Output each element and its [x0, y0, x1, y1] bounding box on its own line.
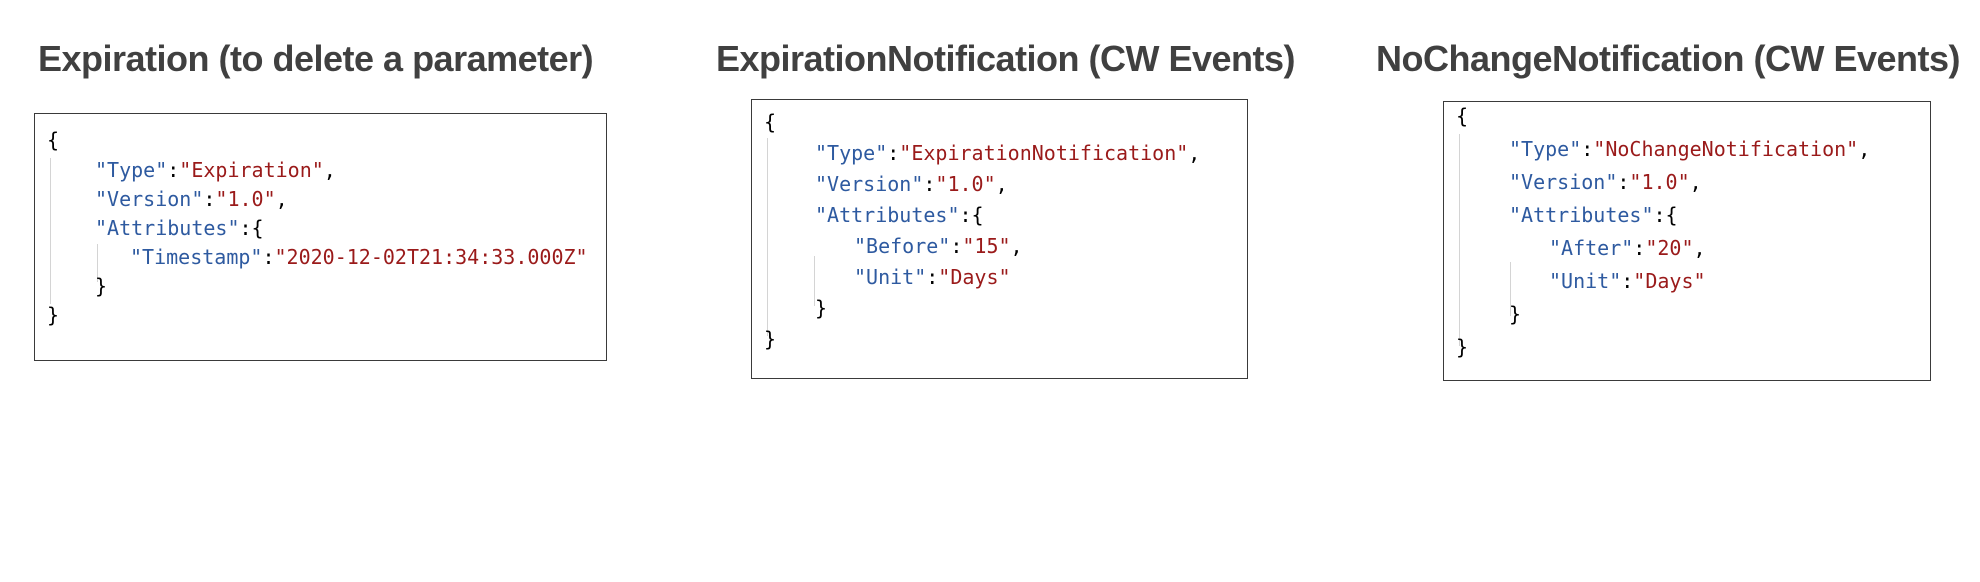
- indent-guide: [1459, 134, 1460, 346]
- json-key: "Type": [815, 141, 888, 165]
- expiration-title: Expiration (to delete a parameter): [38, 38, 594, 79]
- json-close-brace: }: [764, 327, 777, 351]
- json-value: "15": [962, 234, 1011, 258]
- json-key: "Before": [854, 234, 951, 258]
- json-key: "After": [1549, 236, 1634, 260]
- json-unit-line: "Unit":"Days": [1549, 269, 1706, 293]
- json-value: "Days": [1633, 269, 1706, 293]
- json-timestamp-line: "Timestamp":"2020-12-02T21:34:33.000Z": [130, 245, 588, 269]
- json-value: "Expiration": [179, 158, 324, 182]
- json-key: "Unit": [1549, 269, 1622, 293]
- json-open-brace: {: [764, 110, 777, 134]
- json-open-brace: {: [1456, 104, 1469, 128]
- json-value: "1.0": [935, 172, 996, 196]
- json-key: "Attributes": [815, 203, 960, 227]
- json-version-line: "Version":"1.0",: [815, 172, 1008, 196]
- expiration-json-box: { "Type":"Expiration", "Version":"1.0", …: [34, 113, 607, 361]
- json-value: "Days": [938, 265, 1011, 289]
- json-value: "1.0": [1629, 170, 1690, 194]
- json-key: "Attributes": [95, 216, 240, 240]
- json-value: "NoChangeNotification": [1593, 137, 1859, 161]
- json-version-line: "Version":"1.0",: [95, 187, 288, 211]
- no-change-notification-json-code: { "Type":"NoChangeNotification", "Versio…: [1444, 102, 1932, 382]
- json-type-line: "Type":"Expiration",: [95, 158, 336, 182]
- json-open-brace: {: [47, 128, 60, 152]
- json-value: "20": [1645, 236, 1694, 260]
- json-value: "ExpirationNotification": [899, 141, 1189, 165]
- json-attributes-close: }: [815, 296, 828, 320]
- json-key: "Type": [95, 158, 168, 182]
- json-type-line: "Type":"NoChangeNotification",: [1509, 137, 1871, 161]
- json-attributes-line: "Attributes":{: [95, 216, 264, 240]
- json-close-brace: }: [1456, 335, 1469, 359]
- json-attributes-line: "Attributes":{: [815, 203, 984, 227]
- expiration-json-code: { "Type":"Expiration", "Version":"1.0", …: [35, 114, 608, 362]
- json-unit-line: "Unit":"Days": [854, 265, 1011, 289]
- json-attributes-close: }: [1509, 302, 1522, 326]
- indent-guide: [50, 158, 51, 304]
- json-value: "2020-12-02T21:34:33.000Z": [274, 245, 588, 269]
- json-close-brace: }: [47, 303, 60, 327]
- json-key: "Version": [815, 172, 924, 196]
- json-key: "Type": [1509, 137, 1582, 161]
- json-key: "Version": [1509, 170, 1618, 194]
- json-attributes-line: "Attributes":{: [1509, 203, 1678, 227]
- expiration-notification-title: ExpirationNotification (CW Events): [716, 38, 1296, 79]
- json-type-line: "Type":"ExpirationNotification",: [815, 141, 1201, 165]
- json-key: "Timestamp": [130, 245, 263, 269]
- json-attributes-close: }: [95, 274, 108, 298]
- json-key: "Unit": [854, 265, 927, 289]
- indent-guide: [767, 138, 768, 336]
- no-change-notification-title: NoChangeNotification (CW Events): [1376, 38, 1961, 79]
- json-key: "Version": [95, 187, 204, 211]
- json-before-line: "Before":"15",: [854, 234, 1023, 258]
- json-after-line: "After":"20",: [1549, 236, 1706, 260]
- expiration-notification-json-box: { "Type":"ExpirationNotification", "Vers…: [751, 99, 1248, 379]
- expiration-notification-json-code: { "Type":"ExpirationNotification", "Vers…: [752, 100, 1249, 380]
- json-key: "Attributes": [1509, 203, 1654, 227]
- no-change-notification-json-box: { "Type":"NoChangeNotification", "Versio…: [1443, 101, 1931, 381]
- json-version-line: "Version":"1.0",: [1509, 170, 1702, 194]
- json-value: "1.0": [215, 187, 276, 211]
